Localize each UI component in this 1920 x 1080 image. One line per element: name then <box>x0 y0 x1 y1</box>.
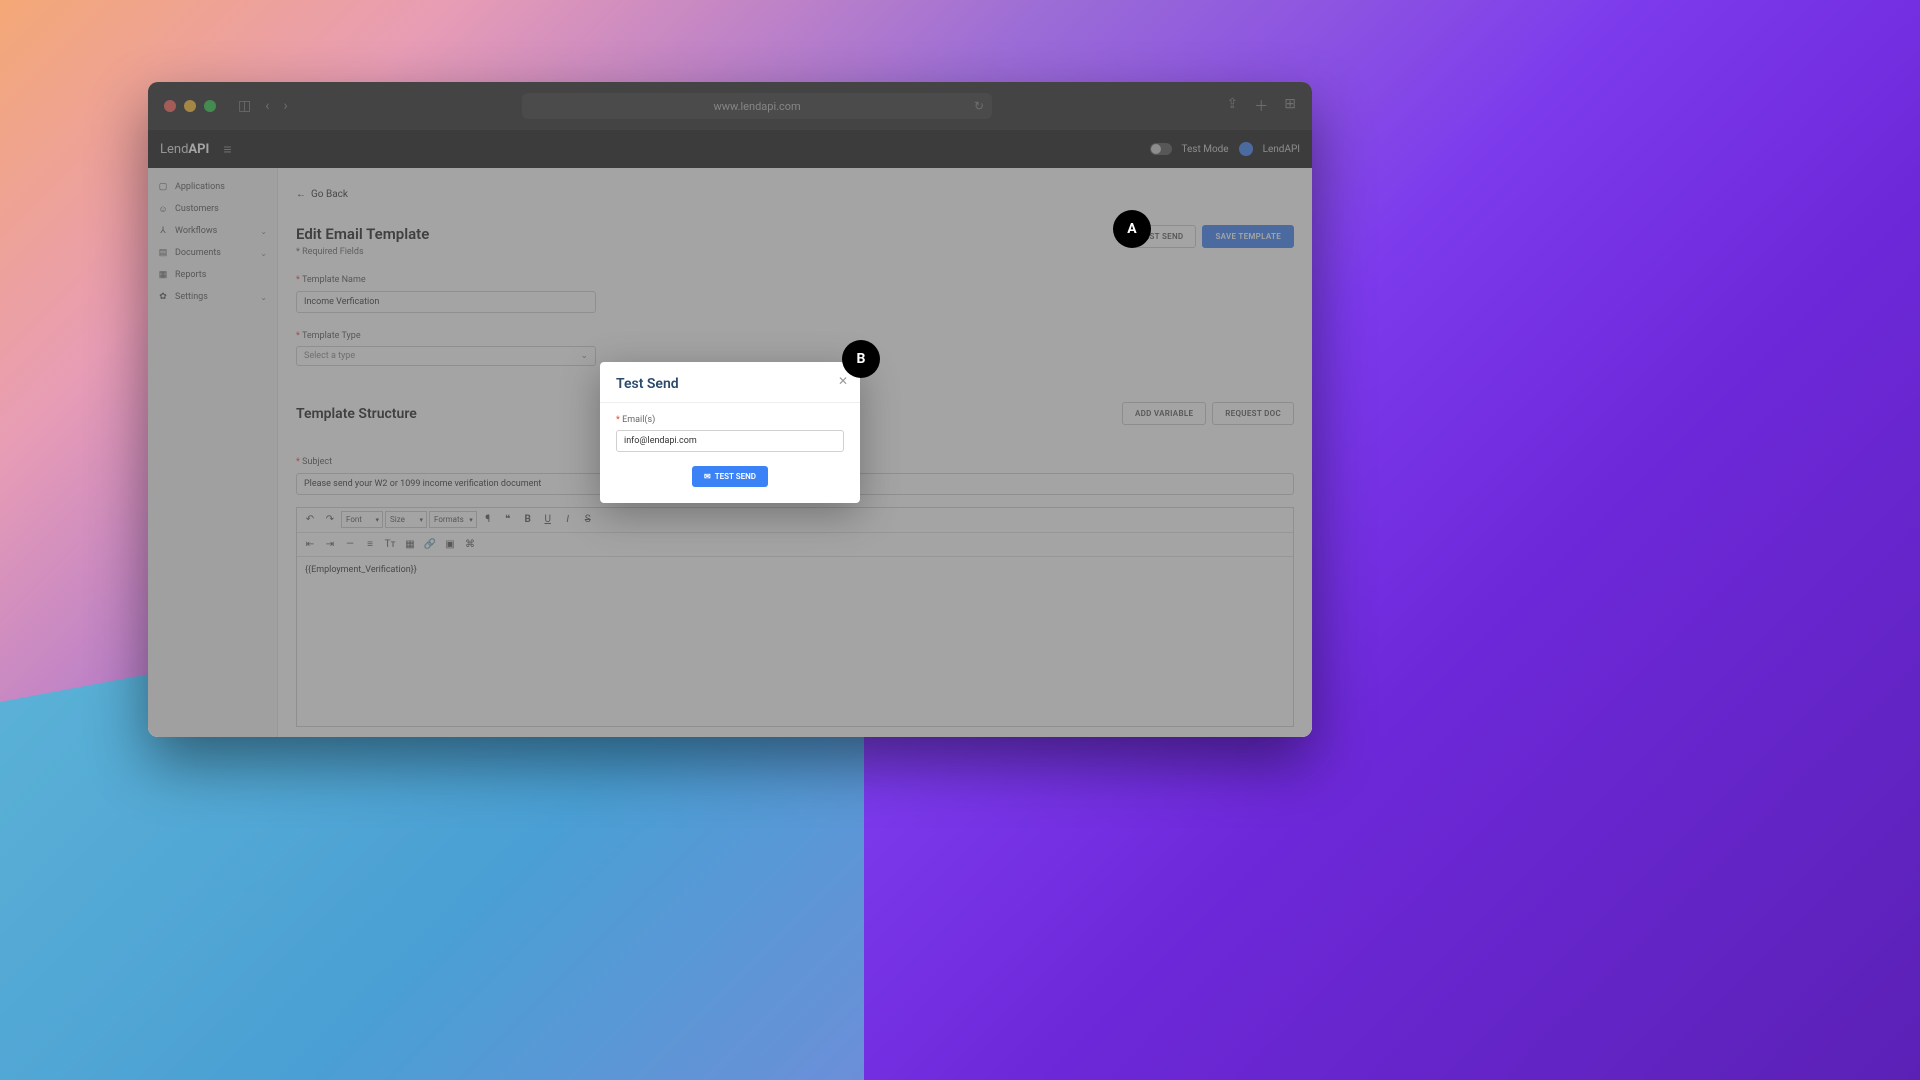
modal-title: Test Send <box>616 376 844 392</box>
email-input[interactable] <box>616 430 844 452</box>
mail-icon: ✉ <box>704 472 711 481</box>
callout-b: B <box>842 340 880 378</box>
browser-window: ◫ ‹ › www.lendapi.com ↻ ⇪ ＋ ⊞ LendAPI ≡ … <box>148 82 1312 737</box>
callout-a: A <box>1113 210 1151 248</box>
email-label: * Email(s) <box>616 415 844 425</box>
test-send-modal: Test Send ✕ * Email(s) ✉ TEST SEND <box>600 362 860 503</box>
close-icon[interactable]: ✕ <box>838 374 848 388</box>
modal-test-send-button[interactable]: ✉ TEST SEND <box>692 466 768 487</box>
